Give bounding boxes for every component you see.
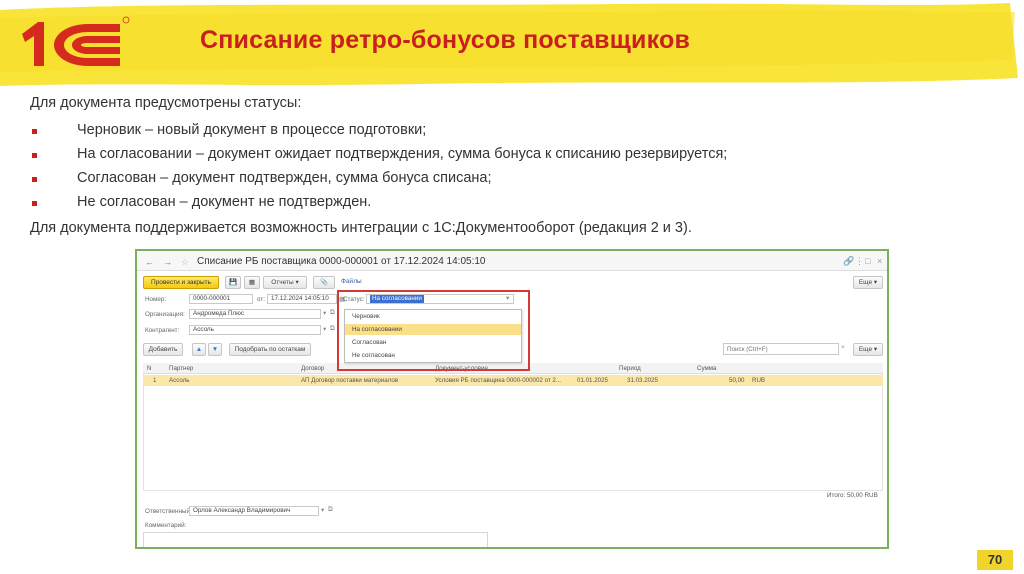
window-titlebar: ← → ☆ Списание РБ поставщика 0000-000001… (137, 251, 887, 271)
back-arrow-icon[interactable]: ← (145, 257, 154, 267)
integration-text: Для документа поддерживается возможность… (30, 220, 692, 236)
chevron-down-icon[interactable]: ▾ (323, 309, 326, 317)
more-button[interactable]: Еще ▾ (853, 276, 883, 289)
responsible-field[interactable]: Орлов Александр Владимирович (189, 506, 319, 516)
table-cell: RUB (752, 377, 766, 384)
save-icon[interactable]: 💾 (225, 276, 241, 289)
organization-field[interactable]: Андромеда Плюс (189, 309, 321, 319)
table-row[interactable]: 1 Ассоль АП Договор поставки материалов … (143, 375, 883, 386)
table-cell: 50,00 (729, 377, 745, 384)
bullet-marker (32, 153, 37, 158)
fill-by-balances-button[interactable]: Подобрать по остаткам (229, 343, 311, 356)
column-header[interactable]: Партнер (169, 365, 193, 372)
link-icon[interactable]: 🔗 (843, 256, 854, 267)
table-cell: 01.01.2025 (577, 377, 608, 384)
bullet-marker (32, 201, 37, 206)
responsible-label: Ответственный: (145, 508, 192, 515)
status-option-selected[interactable]: На согласовании (345, 324, 521, 335)
bullet-item: Черновик – новый документ в процессе под… (30, 122, 727, 146)
close-icon[interactable]: × (877, 256, 882, 266)
table-more-button[interactable]: Еще ▾ (853, 343, 883, 356)
post-icon[interactable]: ▦ (244, 276, 260, 289)
status-option[interactable]: Черновик (345, 311, 521, 322)
status-option[interactable]: Не согласован (345, 350, 521, 361)
move-up-icon[interactable]: ▲ (192, 343, 206, 356)
comment-field[interactable] (143, 532, 488, 547)
bullet-marker (32, 129, 37, 134)
column-header[interactable]: Сумма (697, 365, 716, 372)
intro-text: Для документа предусмотрены статусы: (30, 95, 302, 111)
status-option[interactable]: Согласован (345, 337, 521, 348)
1c-logo (22, 16, 130, 66)
bullet-text: Не согласован – документ не подтвержден. (77, 194, 372, 210)
date-field[interactable]: 17.12.2024 14:05:10 (267, 294, 337, 304)
status-dropdown-list: Черновик На согласовании Согласован Не с… (344, 309, 522, 363)
open-icon[interactable]: ⧉ (330, 325, 335, 333)
maximize-icon[interactable]: □ (865, 256, 870, 266)
open-icon[interactable]: ⧉ (328, 506, 333, 514)
open-icon[interactable]: ⧉ (330, 309, 335, 317)
close-icon[interactable]: × (841, 344, 845, 351)
more-icon[interactable]: ⋮ (855, 256, 864, 267)
bullet-text: На согласовании – документ ожидает подтв… (77, 146, 728, 162)
search-input[interactable] (723, 343, 839, 355)
contragent-label: Контрагент: (145, 327, 180, 334)
organization-label: Организация: (145, 311, 185, 318)
move-down-icon[interactable]: ▼ (208, 343, 222, 356)
attach-icon[interactable]: 📎 (313, 276, 335, 289)
app-screenshot: ← → ☆ Списание РБ поставщика 0000-000001… (135, 249, 889, 549)
slide-title: Списание ретро-бонусов поставщиков (200, 26, 691, 54)
number-field[interactable]: 0000-000001 (189, 294, 253, 304)
files-link[interactable]: Файлы (341, 278, 362, 285)
window-title: Списание РБ поставщика 0000-000001 от 17… (197, 256, 486, 267)
comment-label: Комментарий: (145, 522, 187, 529)
favorite-star-icon[interactable]: ☆ (181, 257, 189, 268)
number-label: Номер: (145, 296, 167, 303)
column-header[interactable]: Договор (301, 365, 324, 372)
column-header[interactable]: Период (619, 365, 641, 372)
table-cell: 1 (153, 377, 157, 384)
status-bullet-list: Черновик – новый документ в процессе под… (30, 122, 727, 218)
add-row-button[interactable]: Добавить (143, 343, 183, 356)
table-cell: АП Договор поставки материалов (301, 377, 399, 384)
table-cell: Условия РБ поставщика 0000-000002 от 2..… (435, 377, 562, 384)
post-and-close-button[interactable]: Провести и закрыть (143, 276, 219, 289)
bullet-text: Согласован – документ подтвержден, сумма… (77, 170, 492, 186)
chevron-down-icon[interactable]: ▾ (323, 325, 326, 333)
bullet-item: Согласован – документ подтвержден, сумма… (30, 170, 727, 194)
table-cell: Ассоль (169, 377, 190, 384)
total-amount: Итого: 50,00 RUB (827, 492, 878, 499)
page-number: 70 (977, 550, 1013, 570)
table-cell: 31.03.2025 (627, 377, 658, 384)
bullet-item: Не согласован – документ не подтвержден. (30, 194, 727, 218)
column-header[interactable]: N (147, 365, 151, 372)
reports-button[interactable]: Отчеты ▾ (263, 276, 307, 289)
bullet-marker (32, 177, 37, 182)
bullet-item: На согласовании – документ ожидает подтв… (30, 146, 727, 170)
chevron-down-icon[interactable]: ▾ (321, 506, 324, 514)
contragent-field[interactable]: Ассоль (189, 325, 321, 335)
date-label: от: (257, 296, 265, 303)
main-toolbar: Провести и закрыть 💾 ▦ Отчеты ▾ 📎 Файлы … (137, 273, 887, 291)
bullet-text: Черновик – новый документ в процессе под… (77, 122, 427, 138)
forward-arrow-icon[interactable]: → (163, 257, 172, 267)
